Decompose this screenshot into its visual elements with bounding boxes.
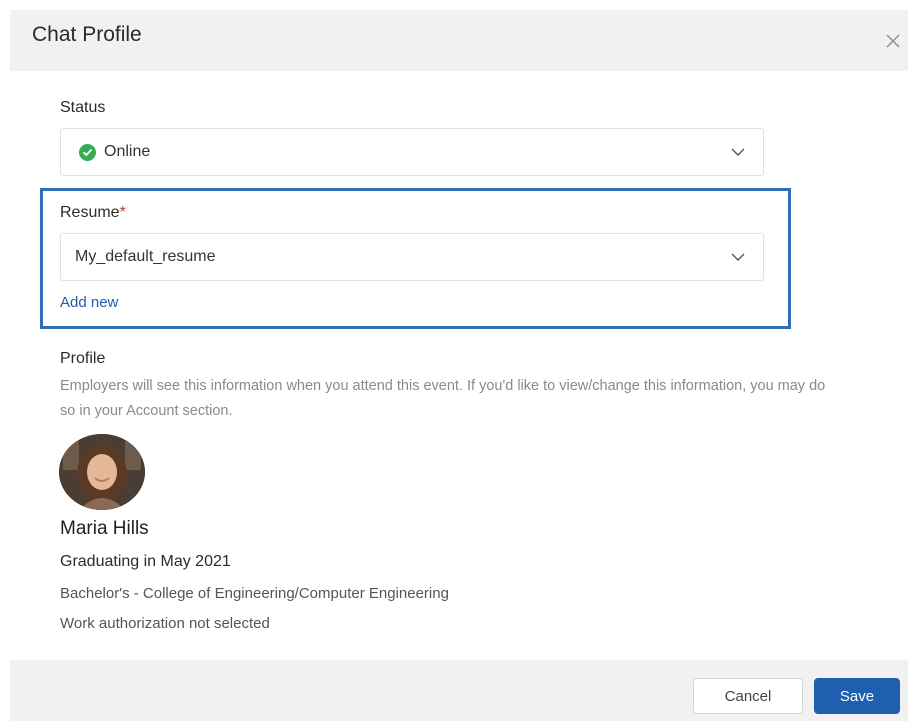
close-icon — [886, 34, 900, 48]
graduation-info: Graduating in May 2021 — [60, 553, 231, 570]
profile-name: Maria Hills — [60, 518, 149, 539]
work-authorization-info: Work authorization not selected — [60, 615, 270, 632]
chevron-down-icon — [731, 148, 745, 156]
profile-helper-text: Employers will see this information when… — [60, 378, 826, 419]
resume-label: Resume* — [60, 204, 126, 222]
cancel-button[interactable]: Cancel — [693, 678, 803, 714]
status-value: Online — [104, 143, 151, 160]
chevron-down-icon — [731, 253, 745, 261]
online-check-icon — [79, 143, 96, 161]
resume-select[interactable]: My_default_resume — [60, 233, 764, 281]
dialog-footer: Cancel Save — [10, 660, 908, 721]
dialog-header: Chat Profile — [10, 10, 908, 71]
save-button[interactable]: Save — [814, 678, 900, 714]
avatar — [59, 434, 145, 510]
resume-label-text: Resume — [60, 204, 120, 221]
close-button[interactable] — [880, 28, 906, 54]
dialog-title: Chat Profile — [32, 23, 142, 46]
status-label: Status — [60, 99, 106, 116]
degree-info: Bachelor's - College of Engineering/Comp… — [60, 585, 449, 602]
required-marker: * — [119, 204, 126, 221]
resume-value: My_default_resume — [75, 248, 216, 265]
status-select[interactable]: Online — [60, 128, 764, 176]
profile-label: Profile — [60, 350, 106, 367]
add-new-resume-link[interactable]: Add new — [60, 294, 118, 311]
